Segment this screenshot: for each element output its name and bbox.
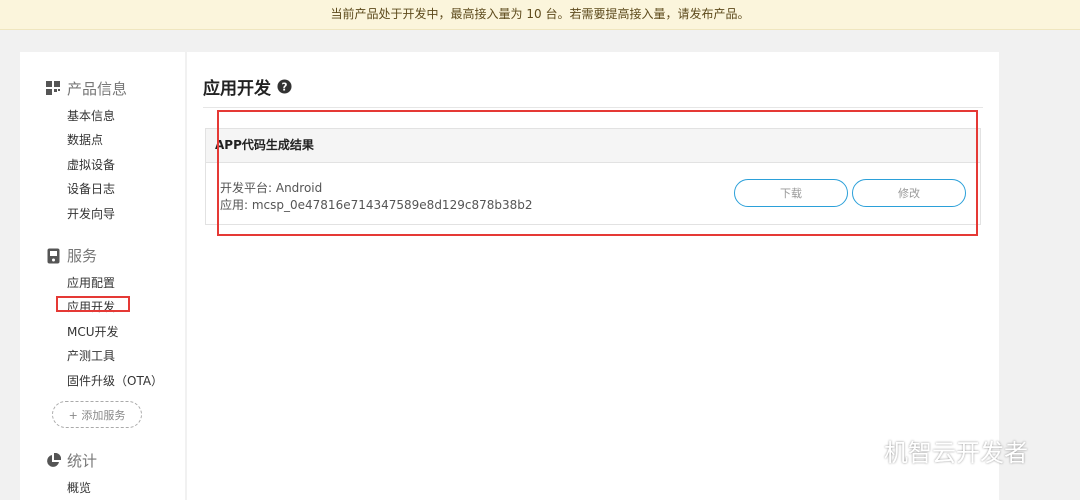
- annotation-highlight-frame: [217, 110, 978, 236]
- section-stats: 统计: [45, 450, 97, 471]
- page-title-text: 应用开发: [203, 79, 271, 99]
- sidebar-item-basic-info[interactable]: 基本信息: [67, 107, 115, 124]
- pie-chart-icon: [45, 452, 61, 469]
- sidebar-item-ota[interactable]: 固件升级（OTA）: [67, 372, 163, 389]
- dev-mode-banner: 当前产品处于开发中，最高接入量为 10 台。若需要提高接入量，请发布产品。: [0, 0, 1080, 30]
- sidebar-item-datapoints[interactable]: 数据点: [67, 131, 103, 148]
- sidebar-item-overview[interactable]: 概览: [67, 479, 91, 496]
- add-service-button[interactable]: + 添加服务: [52, 401, 142, 428]
- sidebar-item-device-log[interactable]: 设备日志: [67, 180, 115, 197]
- svg-text:?: ?: [282, 81, 288, 93]
- watermark: 机智云开发者: [838, 433, 1028, 468]
- title-divider: [203, 107, 983, 108]
- sidebar-item-virtual-device[interactable]: 虚拟设备: [67, 156, 115, 173]
- sidebar-item-mcu-dev[interactable]: MCU开发: [67, 323, 119, 340]
- sidebar-item-dev-guide[interactable]: 开发向导: [67, 205, 115, 222]
- section-title: 产品信息: [67, 80, 128, 98]
- device-icon: [45, 248, 61, 264]
- watermark-text: 机智云开发者: [884, 439, 1028, 467]
- wechat-icon: [839, 436, 874, 463]
- help-circle-icon[interactable]: ?: [277, 79, 292, 94]
- add-service-label: + 添加服务: [68, 408, 126, 422]
- grid-icon: [45, 81, 61, 97]
- section-title: 服务: [67, 247, 98, 265]
- active-item-highlight: [56, 296, 130, 312]
- section-service: 服务: [45, 245, 97, 266]
- section-product-info: 产品信息: [45, 78, 127, 99]
- sidebar-item-test-tools[interactable]: 产测工具: [67, 347, 115, 364]
- section-title: 统计: [67, 452, 98, 470]
- banner-text: 当前产品处于开发中，最高接入量为 10 台。若需要提高接入量，请发布产品。: [330, 7, 750, 21]
- sidebar: 产品信息 基本信息 数据点 虚拟设备 设备日志 开发向导 服务 应用配置 应用开…: [20, 52, 185, 500]
- sidebar-item-app-config[interactable]: 应用配置: [67, 274, 115, 291]
- page-title: 应用开发 ?: [203, 74, 292, 99]
